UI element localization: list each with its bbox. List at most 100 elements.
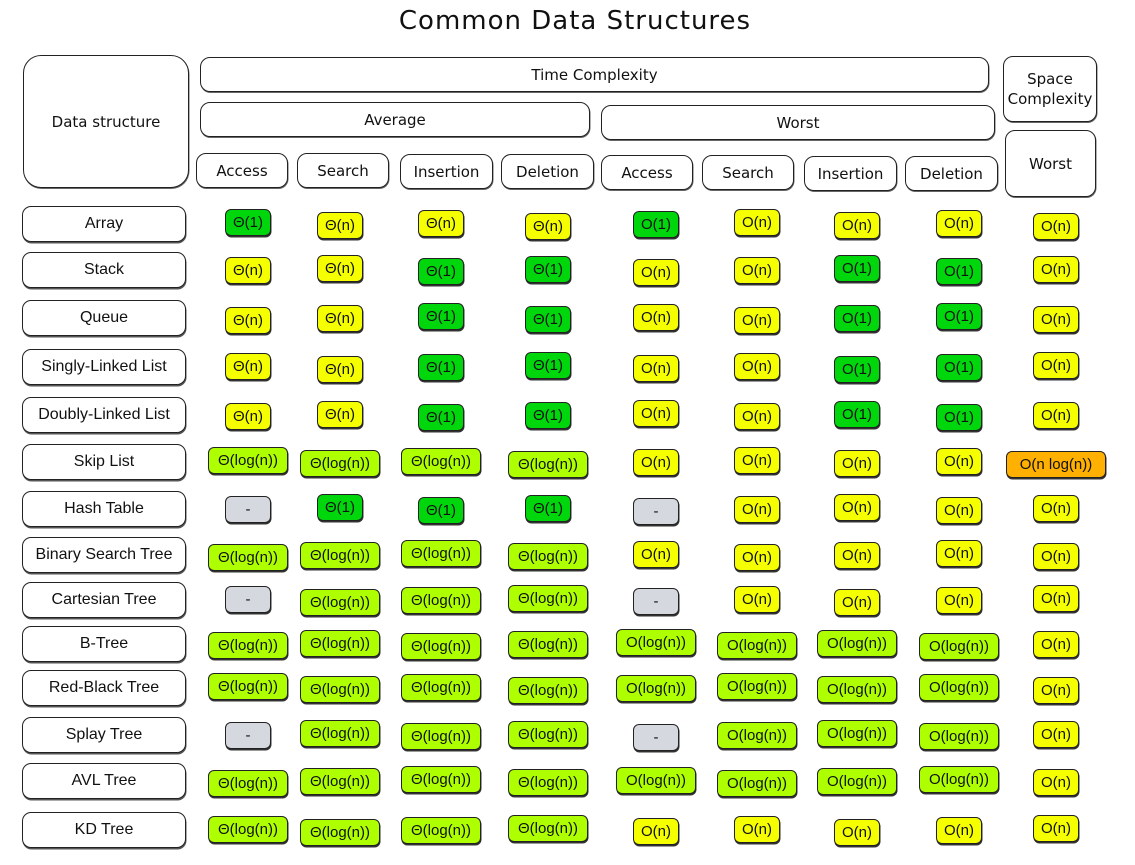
cell-worst-insertion: O(1) [834,356,880,383]
page-title: Common Data Structures [398,6,752,36]
cell-worst-search: O(n) [734,816,780,843]
cell-avg-access: Θ(n) [225,307,271,334]
cell-avg-search: Θ(1) [317,494,363,521]
cell-worst-access: O(n) [633,818,679,845]
cell-avg-insertion: Θ(log(n)) [401,448,481,475]
cell-worst-insertion: O(1) [834,305,880,332]
cell-space-worst: O(n) [1033,769,1079,796]
cell-avg-access: Θ(log(n)) [208,632,288,659]
cell-avg-search: Θ(n) [317,401,363,428]
cell-worst-deletion: O(1) [936,404,982,431]
cell-avg-insertion: Θ(1) [418,404,464,431]
header-worst-insertion: Insertion [804,156,897,191]
cell-avg-search: Θ(log(n)) [300,450,380,477]
cell-avg-deletion: Θ(1) [525,495,571,522]
cell-avg-insertion: Θ(log(n)) [401,766,481,793]
header-worst-deletion: Deletion [905,156,998,191]
cell-worst-search: O(n) [734,586,780,613]
cell-space-worst: O(n) [1033,631,1079,658]
cell-worst-access: O(n) [633,541,679,568]
cell-worst-search: O(n) [734,496,780,523]
cell-avg-search: Θ(log(n)) [300,768,380,795]
cell-avg-insertion: Θ(log(n)) [401,674,481,701]
cell-worst-search: O(n) [734,353,780,380]
cell-avg-deletion: Θ(log(n)) [508,543,588,570]
cell-worst-insertion: O(log(n)) [817,630,897,657]
header-time-complexity: Time Complexity [200,57,989,92]
cell-space-worst: O(n) [1033,256,1079,283]
cell-worst-access: O(1) [633,211,679,238]
row-label: Doubly-Linked List [22,397,186,433]
header-worst: Worst [601,105,995,140]
cell-worst-search: O(log(n)) [717,770,797,797]
cell-worst-insertion: O(n) [834,212,880,239]
row-label: Binary Search Tree [22,537,186,573]
cell-worst-deletion: O(n) [936,540,982,567]
cell-avg-insertion: Θ(1) [418,497,464,524]
cell-avg-access: Θ(log(n)) [208,816,288,843]
cell-worst-insertion: O(n) [834,450,880,477]
cell-avg-insertion: Θ(log(n)) [401,587,481,614]
header-avg-access: Access [196,153,288,188]
cell-worst-search: O(n) [734,403,780,430]
cell-avg-access: Θ(n) [225,353,271,380]
cell-worst-insertion: O(1) [834,255,880,282]
cell-worst-insertion: O(n) [834,819,880,846]
cell-avg-insertion: Θ(1) [418,303,464,330]
cell-avg-deletion: Θ(1) [525,306,571,333]
cell-avg-access: Θ(log(n)) [208,673,288,700]
cell-worst-insertion: O(log(n)) [817,676,897,703]
header-data-structure: Data structure [23,55,189,188]
cell-worst-search: O(log(n)) [717,673,797,700]
cell-avg-insertion: Θ(1) [418,354,464,381]
cell-worst-search: O(n) [734,209,780,236]
header-space-worst: Worst [1005,130,1096,197]
cell-avg-access: Θ(n) [225,257,271,284]
row-label: Singly-Linked List [22,349,186,385]
cell-worst-access: O(n) [633,259,679,286]
cell-avg-search: Θ(log(n)) [300,630,380,657]
row-label: Cartesian Tree [22,582,186,618]
cell-avg-search: Θ(log(n)) [300,589,380,616]
cell-avg-search: Θ(log(n)) [300,819,380,846]
row-label: Hash Table [22,491,186,527]
cell-avg-deletion: Θ(log(n)) [508,631,588,658]
row-label: Splay Tree [22,717,186,753]
cell-worst-search: O(n) [734,307,780,334]
cell-avg-access: Θ(log(n)) [208,544,288,571]
cell-avg-access: Θ(n) [225,403,271,430]
cell-worst-access: O(log(n)) [616,629,696,656]
cell-avg-deletion: Θ(log(n)) [508,585,588,612]
cell-avg-insertion: Θ(log(n)) [401,540,481,567]
cell-space-worst: O(n) [1033,543,1079,570]
header-worst-search: Search [702,155,794,190]
cell-worst-access: - [633,588,679,615]
cell-worst-insertion: O(1) [834,401,880,428]
cell-worst-insertion: O(n) [834,542,880,569]
cell-worst-deletion: O(log(n)) [919,633,999,660]
cell-worst-access: O(n) [633,304,679,331]
cell-worst-access: - [633,724,679,751]
cell-avg-access: Θ(1) [225,209,271,236]
cell-avg-access: - [225,496,271,523]
cell-worst-search: O(n) [734,544,780,571]
cell-space-worst: O(n) [1033,495,1079,522]
cell-worst-search: O(log(n)) [717,632,797,659]
cell-space-worst: O(n log(n)) [1006,451,1106,478]
cell-avg-deletion: Θ(log(n)) [508,677,588,704]
cell-space-worst: O(n) [1033,402,1079,429]
cell-worst-deletion: O(log(n)) [919,674,999,701]
cell-worst-deletion: O(n) [936,587,982,614]
cell-avg-search: Θ(n) [317,356,363,383]
cell-avg-deletion: Θ(1) [525,402,571,429]
cell-worst-insertion: O(log(n)) [817,720,897,747]
cell-worst-search: O(n) [734,447,780,474]
cell-worst-access: - [633,498,679,525]
header-worst-access: Access [601,155,693,190]
header-space-complexity: Space Complexity [1003,56,1097,122]
header-avg-deletion: Deletion [501,154,594,189]
header-avg-insertion: Insertion [400,154,493,189]
row-label: KD Tree [22,812,186,848]
cell-avg-insertion: Θ(log(n)) [401,633,481,660]
cell-worst-deletion: O(n) [936,210,982,237]
